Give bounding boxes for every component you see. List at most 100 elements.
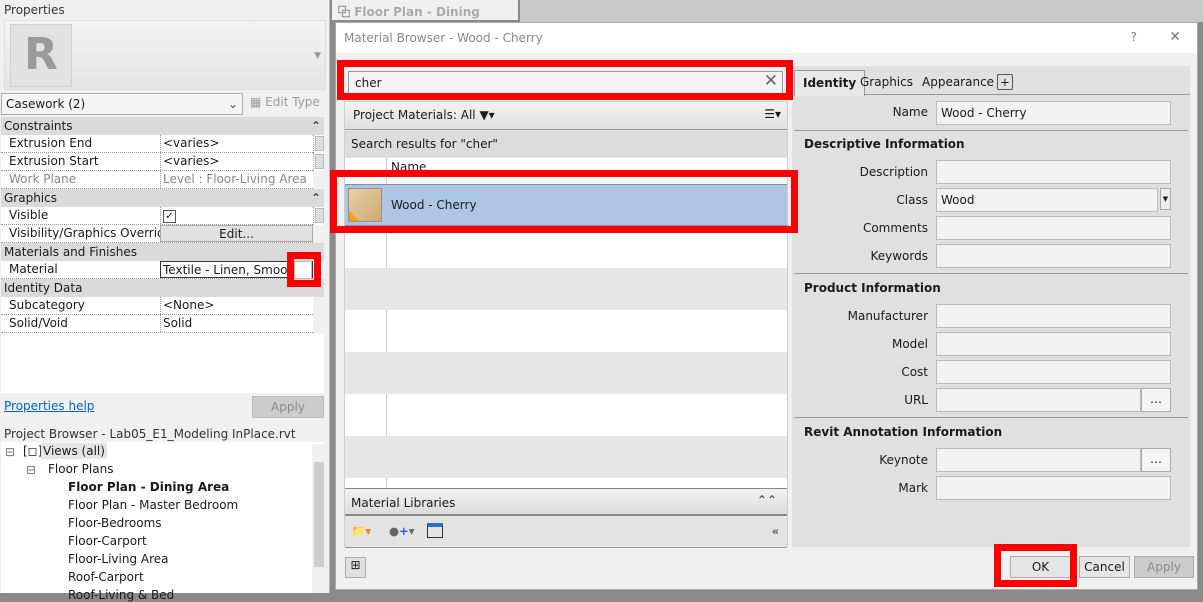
class-select[interactable]: Wood	[936, 188, 1158, 212]
keynote-label: Keynote	[879, 453, 928, 467]
edit-type-button[interactable]: ▦ Edit Type	[250, 95, 320, 109]
view-options-icon[interactable]: ☰▾	[764, 107, 781, 121]
material-row[interactable]: Wood - Cherry	[345, 184, 787, 226]
search-results-label: Search results for "cher"	[345, 131, 787, 157]
tree-item-floor-plans[interactable]: Floor Plans	[48, 462, 113, 476]
tree-item[interactable]: Floor Plan - Master Bedroom	[68, 498, 238, 512]
group-label: Materials and Finishes	[4, 245, 138, 259]
close-icon[interactable]: ✕	[1169, 29, 1181, 45]
properties-help-link[interactable]: Properties help	[4, 399, 94, 413]
cost-label: Cost	[901, 365, 928, 379]
material-browse-button[interactable]	[294, 261, 312, 279]
prop-key: Extrusion End	[9, 136, 93, 150]
prop-row: Extrusion End <varies>	[1, 135, 313, 153]
section-product: Product Information	[804, 281, 941, 295]
prop-key: Subcategory	[9, 298, 85, 312]
model-label: Model	[891, 337, 928, 351]
type-selector[interactable]: Casework (2) ⌄	[1, 93, 243, 115]
row-button[interactable]	[313, 207, 324, 225]
tree-item[interactable]: Floor Plan - Dining Area	[68, 480, 229, 494]
prop-row: Solid/Void Solid	[1, 315, 313, 333]
collapse-icon[interactable]: ⊟	[5, 445, 15, 459]
group-identity[interactable]: Identity Data	[1, 279, 324, 297]
manufacturer-field[interactable]	[936, 304, 1171, 328]
class-dropdown-icon[interactable]: ▼	[1160, 188, 1171, 210]
apply-button[interactable]: Apply	[1134, 556, 1194, 578]
dropdown-arrow-icon[interactable]: ▼	[314, 51, 321, 61]
group-materials[interactable]: Materials and Finishes	[1, 243, 324, 261]
tree-item[interactable]: Floor-Carport	[68, 534, 147, 548]
prop-row: Subcategory <None>	[1, 297, 313, 315]
comments-field[interactable]	[936, 216, 1171, 240]
group-graphics[interactable]: Graphics ⌃	[1, 189, 324, 207]
prop-value[interactable]: <varies>	[160, 135, 313, 152]
tree-item[interactable]: Roof-Carport	[68, 570, 144, 584]
prop-value[interactable]: <varies>	[160, 153, 313, 170]
column-header-name[interactable]: Name	[391, 160, 426, 170]
collapse-icon[interactable]: ⊟	[26, 463, 36, 477]
url-field[interactable]	[936, 388, 1141, 412]
description-label: Description	[859, 165, 928, 179]
library-panel-icon[interactable]	[427, 523, 443, 538]
prop-row: Visibility/Graphics Overrides Edit...	[1, 225, 313, 243]
checkmark-icon: ✓	[163, 210, 176, 223]
visible-checkbox[interactable]: ✓	[160, 207, 313, 224]
expand-up-icon[interactable]: ⌃⌃	[757, 493, 777, 507]
ok-button[interactable]: OK	[1010, 556, 1071, 578]
prop-value: Level : Floor-Living Area	[160, 171, 313, 188]
prop-row: Material Textile - Linen, Smooth	[1, 261, 313, 279]
model-field[interactable]	[936, 332, 1171, 356]
search-value: cher	[355, 76, 382, 90]
tree-scrollbar[interactable]	[312, 444, 325, 593]
tree-item[interactable]: Roof-Living & Bed	[68, 588, 174, 602]
help-button[interactable]: ?	[1131, 30, 1137, 44]
description-field[interactable]	[936, 160, 1171, 184]
group-constraints[interactable]: Constraints ⌃	[1, 117, 324, 135]
tree-item-views[interactable]: Views (all)	[41, 443, 107, 459]
clear-search-icon[interactable]: ✕	[764, 71, 778, 91]
keynote-browse-button[interactable]: …	[1141, 448, 1171, 472]
cost-field[interactable]	[936, 360, 1171, 384]
tab-appearance[interactable]: Appearance	[914, 70, 1002, 95]
name-field[interactable]: Wood - Cherry	[936, 101, 1171, 125]
keywords-label: Keywords	[870, 249, 928, 263]
mark-field[interactable]	[936, 476, 1171, 500]
prop-row: Extrusion Start <varies>	[1, 153, 313, 171]
warning-icon	[349, 211, 359, 221]
edit-type-label: Edit Type	[265, 95, 320, 109]
prop-key: Solid/Void	[9, 316, 68, 330]
search-input[interactable]: cher ✕	[348, 71, 783, 94]
cancel-button[interactable]: Cancel	[1079, 556, 1130, 578]
material-swatch-icon	[348, 188, 382, 222]
url-browse-button[interactable]: …	[1141, 388, 1171, 412]
revit-logo-icon: R	[10, 24, 72, 87]
filter-icon[interactable]: ▼▾	[479, 108, 494, 122]
properties-apply-button[interactable]: Apply	[252, 396, 324, 418]
edit-overrides-button[interactable]: Edit...	[160, 225, 313, 242]
add-tab-icon[interactable]: +	[997, 74, 1013, 90]
keywords-field[interactable]	[936, 244, 1171, 268]
prop-value[interactable]: Solid	[160, 315, 313, 332]
prop-value[interactable]: <None>	[160, 297, 313, 314]
row-button[interactable]	[313, 135, 324, 153]
material-libraries-label: Material Libraries	[351, 496, 456, 510]
collapse-icon[interactable]: ⌃	[311, 119, 321, 133]
group-label: Identity Data	[4, 281, 83, 295]
asset-browser-icon[interactable]: ⊞	[345, 557, 366, 578]
open-library-icon[interactable]: 📁▾	[351, 524, 371, 538]
tree-item[interactable]: Floor-Living Area	[68, 552, 169, 566]
create-material-icon[interactable]: ●+▾	[389, 524, 414, 538]
views-icon: [◻]	[23, 444, 43, 458]
project-browser-title: Project Browser - Lab05_E1_Modeling InPl…	[4, 427, 296, 441]
keynote-field[interactable]	[936, 448, 1141, 472]
view-tab[interactable]: ⿻ Floor Plan - Dining Area ✕	[332, 0, 518, 34]
tab-graphics[interactable]: Graphics	[852, 70, 921, 95]
properties-panel: Properties R ▼ Casework (2) ⌄ ▦ Edit Type …	[0, 0, 330, 602]
collapse-icon[interactable]: ⌃	[311, 191, 321, 205]
tree-item[interactable]: Floor-Bedrooms	[68, 516, 162, 530]
project-materials-filter[interactable]: Project Materials: All ▼▾ ☰▾	[345, 102, 787, 130]
row-button[interactable]	[313, 153, 324, 171]
material-libraries-bar[interactable]: Material Libraries ⌃⌃	[345, 488, 787, 516]
material-value[interactable]: Textile - Linen, Smooth	[160, 261, 313, 278]
collapse-left-icon[interactable]: «	[772, 524, 779, 538]
